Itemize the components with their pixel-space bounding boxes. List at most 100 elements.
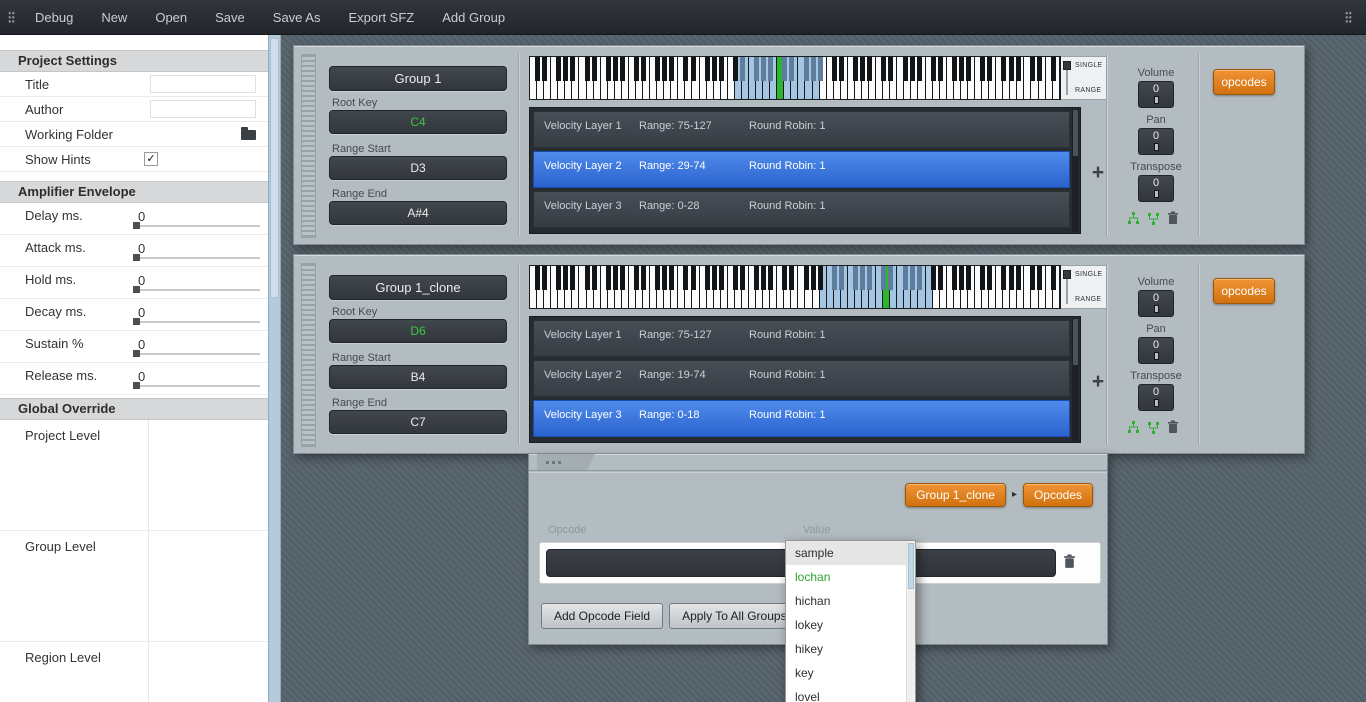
group-name-button[interactable]: Group 1 xyxy=(329,66,507,91)
group-level-input[interactable] xyxy=(148,531,268,641)
author-input[interactable] xyxy=(150,100,256,118)
piano-key-black[interactable] xyxy=(535,57,540,81)
panel-drag-grip[interactable] xyxy=(301,54,316,238)
piano-key-black[interactable] xyxy=(768,266,773,290)
piano-key-black[interactable] xyxy=(782,266,787,290)
piano-key-black[interactable] xyxy=(542,266,547,290)
piano-key-black[interactable] xyxy=(782,57,787,81)
velocity-layer-row[interactable]: Velocity Layer 3 Range: 0-28 Round Robin… xyxy=(533,191,1070,228)
piano-key-black[interactable] xyxy=(669,266,674,290)
piano-key-black[interactable] xyxy=(634,57,639,81)
piano-key-black[interactable] xyxy=(655,57,660,81)
sustain-slider-handle[interactable] xyxy=(133,350,140,357)
piano-key-black[interactable] xyxy=(712,266,717,290)
piano-key-black[interactable] xyxy=(818,57,823,81)
piano-key-black[interactable] xyxy=(881,266,886,290)
volume-knob[interactable] xyxy=(1154,305,1159,313)
menu-item-save[interactable]: Save xyxy=(215,10,245,25)
piano-key-black[interactable] xyxy=(938,266,943,290)
piano-key-black[interactable] xyxy=(606,57,611,81)
piano-key-black[interactable] xyxy=(669,57,674,81)
delay-slider-handle[interactable] xyxy=(133,222,140,229)
piano-key-black[interactable] xyxy=(592,57,597,81)
piano-key-black[interactable] xyxy=(959,57,964,81)
piano-key-black[interactable] xyxy=(888,57,893,81)
menu-grip-icon[interactable] xyxy=(8,11,15,24)
hold-slider[interactable] xyxy=(133,289,260,291)
piano-key-black[interactable] xyxy=(1037,57,1042,81)
piano-key-black[interactable] xyxy=(1051,266,1056,290)
menu-item-export-sfz[interactable]: Export SFZ xyxy=(348,10,414,25)
trash-icon[interactable] xyxy=(1167,420,1179,434)
breadcrumb-opcodes-button[interactable]: Opcodes xyxy=(1023,483,1093,507)
decay-slider-handle[interactable] xyxy=(133,318,140,325)
transpose-knob[interactable] xyxy=(1154,190,1159,198)
piano-key-black[interactable] xyxy=(1016,266,1021,290)
piano-key-black[interactable] xyxy=(804,57,809,81)
piano-key-black[interactable] xyxy=(691,57,696,81)
piano-key-black[interactable] xyxy=(641,57,646,81)
opcodes-button[interactable]: opcodes xyxy=(1213,278,1275,304)
merge-icon[interactable] xyxy=(1147,212,1160,225)
velocity-layer-row[interactable]: Velocity Layer 1 Range: 75-127 Round Rob… xyxy=(533,111,1070,148)
piano-key-black[interactable] xyxy=(867,266,872,290)
attack-slider-handle[interactable] xyxy=(133,254,140,261)
piano-key-black[interactable] xyxy=(705,57,710,81)
piano-keyboard[interactable] xyxy=(529,265,1061,309)
piano-key-black[interactable] xyxy=(853,57,858,81)
piano-key-black[interactable] xyxy=(691,266,696,290)
pan-knob[interactable] xyxy=(1154,143,1159,151)
piano-key-black[interactable] xyxy=(860,57,865,81)
piano-key-black[interactable] xyxy=(585,57,590,81)
sidebar-scrollbar-thumb[interactable] xyxy=(270,38,279,298)
piano-key-black[interactable] xyxy=(966,57,971,81)
piano-key-black[interactable] xyxy=(910,57,915,81)
opcodes-button[interactable]: opcodes xyxy=(1213,69,1275,95)
velocity-list-scrollbar-thumb[interactable] xyxy=(1073,319,1078,365)
group-name-button[interactable]: Group 1_clone xyxy=(329,275,507,300)
opcode-input[interactable] xyxy=(547,550,787,576)
piano-key-black[interactable] xyxy=(1001,266,1006,290)
piano-key-black[interactable] xyxy=(740,57,745,81)
piano-key-black[interactable] xyxy=(917,266,922,290)
piano-key-black[interactable] xyxy=(910,266,915,290)
hold-slider-handle[interactable] xyxy=(133,286,140,293)
dropdown-item-lochan[interactable]: lochan xyxy=(786,565,915,589)
panel-drag-tab[interactable] xyxy=(537,454,595,470)
piano-key-black[interactable] xyxy=(952,266,957,290)
range-end-button[interactable]: A#4 xyxy=(329,201,507,225)
single-range-toggle[interactable]: SINGLE RANGE xyxy=(1061,56,1107,100)
piano-key-black[interactable] xyxy=(634,266,639,290)
piano-key-black[interactable] xyxy=(655,266,660,290)
dropdown-scrollbar[interactable] xyxy=(906,541,915,702)
velocity-layer-row-selected[interactable]: Velocity Layer 3 Range: 0-18 Round Robin… xyxy=(533,400,1070,437)
piano-key-black[interactable] xyxy=(867,57,872,81)
add-opcode-field-button[interactable]: Add Opcode Field xyxy=(541,603,663,629)
transpose-stepper[interactable]: 0 xyxy=(1138,175,1174,202)
piano-key-black[interactable] xyxy=(917,57,922,81)
decay-slider[interactable] xyxy=(133,321,260,323)
piano-key-black[interactable] xyxy=(818,266,823,290)
piano-key-black[interactable] xyxy=(938,57,943,81)
pan-knob[interactable] xyxy=(1154,352,1159,360)
dropdown-item-hichan[interactable]: hichan xyxy=(786,589,915,613)
piano-key-black[interactable] xyxy=(620,57,625,81)
delete-opcode-trash-icon[interactable] xyxy=(1063,554,1076,569)
velocity-layer-row[interactable]: Velocity Layer 2 Range: 19-74 Round Robi… xyxy=(533,360,1070,397)
piano-key-black[interactable] xyxy=(1030,57,1035,81)
panel-drag-grip[interactable] xyxy=(301,263,316,447)
volume-stepper[interactable]: 0 xyxy=(1138,290,1174,317)
release-slider[interactable] xyxy=(133,385,260,387)
piano-key-black[interactable] xyxy=(705,266,710,290)
piano-key-black[interactable] xyxy=(1009,266,1014,290)
transpose-knob[interactable] xyxy=(1154,399,1159,407)
piano-key-black[interactable] xyxy=(987,266,992,290)
piano-key-black[interactable] xyxy=(563,266,568,290)
piano-key-black[interactable] xyxy=(931,57,936,81)
piano-key-black[interactable] xyxy=(987,57,992,81)
piano-key-black[interactable] xyxy=(620,266,625,290)
piano-key-black[interactable] xyxy=(592,266,597,290)
volume-knob[interactable] xyxy=(1154,96,1159,104)
piano-key-black[interactable] xyxy=(768,57,773,81)
velocity-layer-row-selected[interactable]: Velocity Layer 2 Range: 29-74 Round Robi… xyxy=(533,151,1070,188)
